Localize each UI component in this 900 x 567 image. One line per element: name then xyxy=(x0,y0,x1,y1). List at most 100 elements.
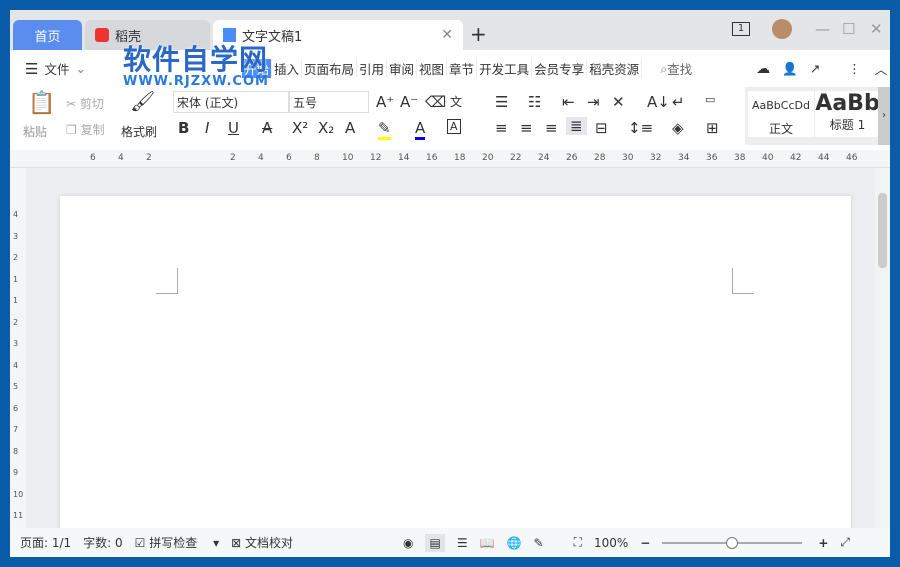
menu-member[interactable]: 会员专享 xyxy=(532,59,588,78)
paragraph-mark-icon[interactable]: ↵ xyxy=(672,93,685,111)
align-center-icon[interactable]: ≡ xyxy=(520,119,533,137)
underline-icon[interactable]: U xyxy=(228,119,239,137)
sort-icon[interactable]: A↓ xyxy=(647,93,670,111)
ruler-tick: 18 xyxy=(454,153,466,163)
proofread-button[interactable]: ⊠ 文档校对 xyxy=(231,534,305,551)
zoom-in-button[interactable]: + xyxy=(818,536,828,550)
avatar[interactable] xyxy=(772,19,792,39)
zoom-select[interactable]: 100% xyxy=(594,536,628,550)
tab-ruler-icon[interactable]: ▭ xyxy=(705,93,715,106)
cloud-icon[interactable]: ☁ xyxy=(756,61,770,77)
paste-icon[interactable]: 📋 xyxy=(28,91,55,116)
gallery-next-button[interactable]: › xyxy=(878,87,890,145)
style-heading1[interactable]: AaBb 标题 1 xyxy=(815,91,880,137)
minimize-button[interactable]: — xyxy=(815,20,830,38)
paste-button[interactable]: 粘贴 xyxy=(23,123,47,140)
chinese-layout-icon[interactable]: ✕ xyxy=(612,93,625,111)
vertical-ruler[interactable]: 4 3 2 1 1 2 3 4 5 6 7 8 9 10 11 xyxy=(10,168,26,528)
search-icon[interactable]: ⌕ xyxy=(660,61,667,77)
distribute-icon[interactable]: ⊟ xyxy=(595,119,608,137)
web-view-icon[interactable]: 🌐 xyxy=(507,536,522,550)
new-tab-button[interactable]: + xyxy=(470,22,487,46)
close-tab-icon[interactable]: ✕ xyxy=(441,27,453,43)
eye-protect-icon[interactable]: ◉ xyxy=(403,536,413,550)
copy-button[interactable]: ❐ 复制 xyxy=(66,121,105,138)
share-user-icon[interactable]: 👤 xyxy=(782,61,798,77)
menu-layout[interactable]: 页面布局 xyxy=(302,59,357,78)
subscript-icon[interactable]: X₂ xyxy=(318,119,334,137)
font-color-icon[interactable]: A xyxy=(415,119,426,140)
menu-view[interactable]: 视图 xyxy=(417,59,448,78)
borders-icon[interactable]: ⊞ xyxy=(706,119,719,137)
menu-chapter[interactable]: 章节 xyxy=(447,59,478,78)
outline-view-icon[interactable]: ☰ xyxy=(457,536,468,550)
cut-button[interactable]: ✂ 剪切 xyxy=(66,95,104,112)
line-spacing-icon[interactable]: ↕≡ xyxy=(628,119,653,137)
file-menu[interactable]: 文件 xyxy=(44,59,69,78)
menu-home[interactable]: 开始 xyxy=(241,59,272,78)
italic-icon[interactable]: I xyxy=(205,119,209,137)
clear-format-icon[interactable]: ⌫ xyxy=(425,93,446,111)
zoom-slider[interactable] xyxy=(662,536,803,549)
ruler-tick: 36 xyxy=(706,153,718,163)
numbering-icon[interactable]: ☷ xyxy=(528,93,541,111)
page-view-icon[interactable]: ▤ xyxy=(425,533,445,552)
tab-home[interactable]: 首页 xyxy=(13,20,82,50)
bullets-icon[interactable]: ☰ xyxy=(495,93,508,111)
close-button[interactable]: ✕ xyxy=(870,20,883,38)
font-family-select[interactable]: 宋体 (正文) xyxy=(173,91,289,113)
zoom-out-button[interactable]: − xyxy=(640,536,650,550)
menu-docer[interactable]: 稻壳资源 xyxy=(587,59,643,78)
scrollbar-thumb[interactable] xyxy=(878,193,887,268)
maximize-button[interactable]: ☐ xyxy=(842,20,855,38)
share-icon[interactable]: ↗ xyxy=(810,61,820,76)
page-count[interactable]: 页面: 1/1 xyxy=(20,534,71,551)
more-icon[interactable]: ⋮ xyxy=(848,61,861,76)
ruler-tick: 7 xyxy=(13,425,19,434)
format-painter-button[interactable]: 格式刷 xyxy=(121,123,157,140)
justify-icon[interactable]: ≣ xyxy=(566,117,587,135)
fit-page-icon[interactable]: ⛶ xyxy=(574,535,582,550)
bold-icon[interactable]: B xyxy=(178,119,189,137)
collapse-icon[interactable]: ︿ xyxy=(875,59,888,78)
shrink-font-icon[interactable]: A⁻ xyxy=(400,93,418,111)
window-count-icon[interactable]: 1 xyxy=(732,22,750,36)
menu-developer[interactable]: 开发工具 xyxy=(477,59,533,78)
fullscreen-icon[interactable]: ⤢ xyxy=(840,535,850,550)
font-size-select[interactable]: 五号 xyxy=(289,91,369,113)
text-effect-icon[interactable]: A xyxy=(345,119,355,137)
tab-docer[interactable]: 稻壳 xyxy=(85,20,210,50)
highlight-icon[interactable]: ✎ xyxy=(378,119,391,140)
hamburger-icon[interactable]: ☰ xyxy=(25,60,38,78)
shading-icon[interactable]: ◈ xyxy=(672,119,684,137)
superscript-icon[interactable]: X² xyxy=(292,119,308,137)
ruler-tick: 28 xyxy=(594,153,606,163)
align-left-icon[interactable]: ≡ xyxy=(495,119,508,137)
search-button[interactable]: 查找 xyxy=(667,59,692,78)
horizontal-ruler[interactable]: 6 4 2 2 4 6 8 10 12 14 16 18 20 22 24 26 28 30 32 34 36 38 40 4… xyxy=(10,150,890,168)
write-mode-icon[interactable]: ✎ xyxy=(534,536,544,550)
menu-insert[interactable]: 插入 xyxy=(272,59,302,78)
menu-review[interactable]: 审阅 xyxy=(387,59,418,78)
tab-document[interactable]: 文字文稿1 ✕ xyxy=(213,20,463,50)
grow-font-icon[interactable]: A⁺ xyxy=(376,93,394,111)
increase-indent-icon[interactable]: ⇥ xyxy=(587,93,600,111)
zoom-slider-knob[interactable] xyxy=(726,536,739,549)
copy-label: 复制 xyxy=(80,123,105,137)
strikethrough-icon[interactable]: A xyxy=(262,119,272,137)
char-border-icon[interactable]: A xyxy=(447,119,461,134)
align-right-icon[interactable]: ≡ xyxy=(545,119,558,137)
menu-references[interactable]: 引用 xyxy=(357,59,388,78)
spell-check-button[interactable]: ☑ 拼写检查 ▾ xyxy=(135,534,219,551)
ruler-tick: 22 xyxy=(510,153,522,163)
ribbon: 📋 粘贴 ✂ 剪切 ❐ 复制 🖌 格式刷 宋体 (正文) 五号 A⁺ A⁻ ⌫ … xyxy=(10,87,890,150)
reading-view-icon[interactable]: 📖 xyxy=(480,536,495,550)
style-normal[interactable]: AaBbCcDd 正文 xyxy=(748,91,814,137)
pinyin-icon[interactable]: 文 xyxy=(450,93,462,110)
decrease-indent-icon[interactable]: ⇤ xyxy=(562,93,575,111)
ruler-tick: 4 xyxy=(258,153,264,163)
vertical-scrollbar[interactable] xyxy=(875,168,890,528)
document-page[interactable] xyxy=(60,196,851,536)
chevron-down-icon[interactable]: ⌄ xyxy=(75,61,85,76)
word-count[interactable]: 字数: 0 xyxy=(83,534,123,551)
